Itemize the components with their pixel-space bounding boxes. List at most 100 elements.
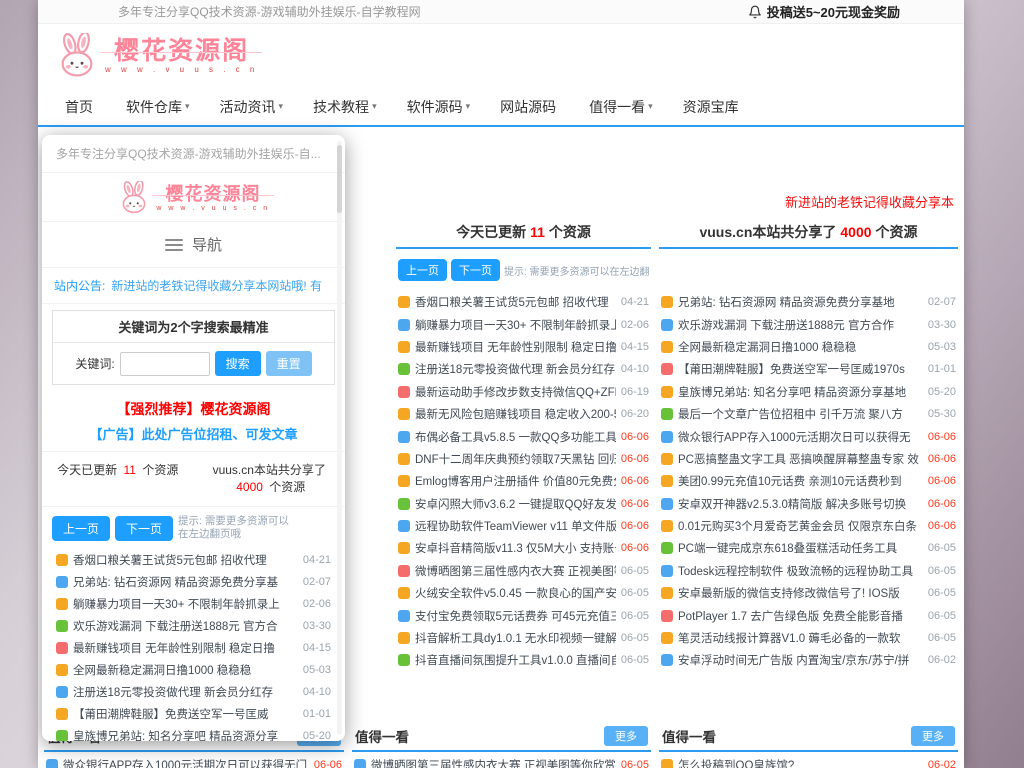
overlay-scrollbar[interactable]: [337, 141, 342, 735]
search-button[interactable]: 搜索: [215, 351, 261, 376]
resource-list-item[interactable]: 全网最新稳定漏洞日撸1000 稳稳稳 05-03: [659, 336, 958, 358]
resource-list-item[interactable]: 注册送18元零投资做代理 新会员分红存 04-10: [54, 681, 333, 703]
resource-list-item[interactable]: 微博晒图第三届性感内衣大赛 正视美图等你欣赏 06-05: [396, 560, 651, 582]
item-title: 安卓浮动时间无广告版 内置淘宝/京东/苏宁/拼: [678, 652, 923, 668]
resource-list-item[interactable]: 抖音直播间氛围提升工具v1.0.0 直播间自动发 06-05: [396, 649, 651, 671]
resource-list-item[interactable]: 微众银行APP存入1000元活期次日可以获得无 06-06: [659, 425, 958, 447]
resource-list-item[interactable]: 香烟口粮关薯王试货5元包邮 招收代理 04-21: [396, 291, 651, 313]
resource-list-item[interactable]: 安卓最新版的微信支持修改微信号了! IOS版 06-05: [659, 582, 958, 604]
resource-list-item[interactable]: 最新无风险包赔赚钱项目 稳定收入200-500元 06-20: [396, 403, 651, 425]
resource-list-item[interactable]: 【莆田潮牌鞋服】免费送空军一号匡威1970s 01-01: [659, 358, 958, 380]
item-date: 06-05: [621, 587, 649, 599]
reset-button[interactable]: 重置: [266, 351, 312, 376]
worth-list-item[interactable]: 微众银行APP存入1000元活期次日可以获得无门 06-06: [44, 752, 344, 768]
nav-item[interactable]: 软件源码 ▾: [392, 97, 486, 117]
ad-slot-link[interactable]: 【广告】此处广告位招租、可发文章: [42, 421, 345, 452]
item-date: 06-02: [928, 654, 956, 666]
resource-list-item[interactable]: 安卓闪照大师v3.6.2 一键提取QQ好友发的闪照 06-06: [396, 493, 651, 515]
site-url: w w w . v u u s . c n: [105, 65, 258, 74]
prev-page-button[interactable]: 上一页: [52, 516, 110, 541]
resource-list-item[interactable]: 皇族博兄弟站: 知名分享吧 精品资源分享 05-20: [54, 725, 333, 741]
item-title: 【莆田潮牌鞋服】免费送空军一号匡威1970s: [678, 361, 923, 377]
resource-list-item[interactable]: 火绒安全软件v5.0.45 一款良心的国产安全软件 06-05: [396, 582, 651, 604]
site-logo[interactable]: 樱花资源阁 w w w . v u u s . c n: [54, 33, 258, 79]
resource-list-item[interactable]: 安卓浮动时间无广告版 内置淘宝/京东/苏宁/拼 06-02: [659, 649, 958, 671]
resource-list-item[interactable]: 最新运动助手修改步数支持微信QQ+ZFB步 06-19: [396, 381, 651, 403]
total-resources-panel: vuus.cn本站共分享了 4000 个资源 兄弟站: 钻石资源网 精品资源免费…: [659, 217, 958, 672]
recommend-ad-link[interactable]: 【强烈推荐】樱花资源阁: [42, 395, 345, 421]
resource-list-item[interactable]: 笔灵活动线报计算器V1.0 薅毛必备的一款软 06-05: [659, 627, 958, 649]
resource-list-item[interactable]: 皇族博兄弟站: 知名分享吧 精品资源分享基地 05-20: [659, 381, 958, 403]
file-icon: [56, 642, 68, 654]
caret-down-icon: ▾: [648, 101, 653, 112]
resource-list-item[interactable]: 远程协助软件TeamViewer v11 单文件版 方便 06-06: [396, 515, 651, 537]
resource-list-item[interactable]: PotPlayer 1.7 去广告绿色版 免费全能影音播 06-05: [659, 604, 958, 626]
total-resource-list: 兄弟站: 钻石资源网 精品资源免费分享基地 02-07 欢乐游戏漏洞 下载注册送…: [659, 291, 958, 672]
resource-list-item[interactable]: 香烟口粮关薯王试货5元包邮 招收代理 04-21: [54, 549, 333, 571]
resource-list-item[interactable]: 0.01元购买3个月爱奇艺黄金会员 仅限京东白条 06-06: [659, 515, 958, 537]
overlay-nav-toggle[interactable]: 导航: [42, 222, 345, 268]
file-icon: [661, 475, 673, 487]
resource-list-item[interactable]: 躺赚暴力项目一天30+ 不限制年龄抓录上车 02-06: [396, 313, 651, 335]
resource-list-item[interactable]: 美团0.99元充值10元话费 亲测10元话费秒到 06-06: [659, 470, 958, 492]
overlay-logo[interactable]: 樱花资源阁 w w w . v u u s . c n: [42, 173, 345, 222]
nav-item[interactable]: 资源宝库: [668, 97, 757, 117]
resource-list-item[interactable]: 欢乐游戏漏洞 下载注册送1888元 官方合 03-30: [54, 615, 333, 637]
item-date: 06-06: [928, 520, 956, 532]
resource-list-item[interactable]: 躺赚暴力项目一天30+ 不限制年龄抓录上 02-06: [54, 593, 333, 615]
item-date: 06-20: [621, 408, 649, 420]
resource-list-item[interactable]: 兄弟站: 钻石资源网 精品资源免费分享基地 02-07: [659, 291, 958, 313]
today-resource-list: 香烟口粮关薯王试货5元包邮 招收代理 04-21 躺赚暴力项目一天30+ 不限制…: [396, 291, 651, 672]
logo-text: 樱花资源阁 w w w . v u u s . c n: [105, 38, 258, 74]
file-icon: [398, 431, 410, 443]
more-button[interactable]: 更多: [604, 726, 648, 746]
item-title: 0.01元购买3个月爱奇艺黄金会员 仅限京东白条: [678, 518, 923, 534]
resource-list-item[interactable]: 安卓双开神器v2.5.3.0精简版 解决多账号切换 06-06: [659, 493, 958, 515]
resource-list-item[interactable]: 抖音解析工具dy1.0.1 无水印视频一键解析软件 06-05: [396, 627, 651, 649]
item-title: 怎么投稿到QQ皇族馆?: [678, 757, 923, 768]
worth-list-item[interactable]: 微博晒图第三届性感内衣大赛 正视美图等你欣赏 06-05: [352, 752, 651, 768]
submit-reward-link[interactable]: 投稿送5~20元现金奖励: [748, 2, 900, 21]
file-icon: [661, 565, 673, 577]
bell-icon: [748, 5, 762, 19]
resource-list-item[interactable]: 最新赚钱项目 无年龄性别限制 稳定日撸300+ 04-15: [396, 336, 651, 358]
nav-item[interactable]: 活动资讯 ▾: [205, 97, 299, 117]
rabbit-logo-icon: [117, 181, 151, 215]
resource-list-item[interactable]: 【莆田潮牌鞋服】免费送空军一号匡威 01-01: [54, 703, 333, 725]
resource-list-item[interactable]: Emlog博客用户注册插件 价值80元免费分享 06-06: [396, 470, 651, 492]
nav-item[interactable]: 网站源码: [485, 97, 574, 117]
keyword-input[interactable]: [120, 352, 210, 376]
scrolling-announcement: 新进站的老铁记得收藏分享本: [785, 192, 954, 211]
next-page-button[interactable]: 下一页: [115, 516, 173, 541]
nav-item[interactable]: 值得一看 ▾: [574, 97, 668, 117]
more-button[interactable]: 更多: [911, 726, 955, 746]
nav-item[interactable]: 技术教程 ▾: [298, 97, 392, 117]
resource-list-item[interactable]: PC端一键完成京东618叠蛋糕活动任务工具 06-05: [659, 537, 958, 559]
resource-list-item[interactable]: Todesk远程控制软件 极致流畅的远程协助工具 06-05: [659, 560, 958, 582]
resource-list-item[interactable]: DNF十二周年庆典预约领取7天黑钻 回归用户 06-06: [396, 448, 651, 470]
overlay-slogan: 多年专注分享QQ技术资源-游戏辅助外挂娱乐-自...: [42, 135, 345, 173]
resource-list-item[interactable]: PC恶搞整蛊文字工具 恶搞唤醒屏幕整蛊专家 效 06-06: [659, 448, 958, 470]
floating-sidebar-panel: 多年专注分享QQ技术资源-游戏辅助外挂娱乐-自...: [42, 135, 345, 741]
resource-list-item[interactable]: 欢乐游戏漏洞 下载注册送1888元 官方合作 03-30: [659, 313, 958, 335]
resource-list-item[interactable]: 全网最新稳定漏洞日撸1000 稳稳稳 05-03: [54, 659, 333, 681]
nav-item[interactable]: 首页: [50, 97, 111, 117]
page: 多年专注分享QQ技术资源-游戏辅助外挂娱乐-自学教程网 投稿送5~20元现金奖励: [38, 0, 964, 768]
resource-list-item[interactable]: 布偶必备工具v5.8.5 一款QQ多功能工具软件 06-06: [396, 425, 651, 447]
scrollbar-thumb[interactable]: [337, 145, 342, 213]
resource-list-item[interactable]: 兄弟站: 钻石资源网 精品资源免费分享基 02-07: [54, 571, 333, 593]
file-icon: [661, 363, 673, 375]
file-icon: [398, 453, 410, 465]
resource-list-item[interactable]: 安卓抖音精简版v11.3 仅5M大小 支持账号登录 06-06: [396, 537, 651, 559]
resource-list-item[interactable]: 最后一个文章广告位招租中 引千万流 聚八方 05-30: [659, 403, 958, 425]
resource-list-item[interactable]: 注册送18元零投资做代理 新会员分红存1000 04-10: [396, 358, 651, 380]
nav-item[interactable]: 软件仓库 ▾: [111, 97, 205, 117]
nav-item-label: 软件仓库: [126, 97, 182, 117]
next-page-button[interactable]: 下一页: [451, 259, 500, 281]
file-icon: [661, 759, 673, 768]
resource-list-item[interactable]: 支付宝免费领取5元话费券 可45元充值三网50 06-05: [396, 604, 651, 626]
resource-list-item[interactable]: 最新赚钱项目 无年龄性别限制 稳定日撸 04-15: [54, 637, 333, 659]
prev-page-button[interactable]: 上一页: [398, 259, 447, 281]
item-date: 06-06: [621, 520, 649, 532]
worth-list-item[interactable]: 怎么投稿到QQ皇族馆? 06-02: [659, 752, 958, 768]
